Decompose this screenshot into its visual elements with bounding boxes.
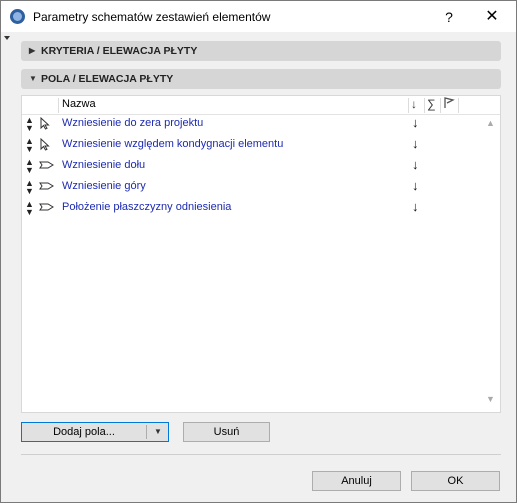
field-name: Wzniesienie do zera projektu [62,117,204,129]
section-criteria-header[interactable]: ▶ KRYTERIA / ELEWACJA PŁYTY [21,41,501,61]
drag-handle-icon[interactable]: ▲ ▼ [25,137,34,154]
cancel-button[interactable]: Anuluj [312,471,401,491]
scroll-up-icon[interactable]: ▲ [486,118,495,128]
sort-icon[interactable]: ↓ [412,115,419,130]
chevron-right-icon: ▶ [29,46,36,55]
list-header: Nazwa ↓ ∑ [22,96,500,115]
section-fields-header[interactable]: ▼ POLA / ELEWACJA PŁYTY [21,69,501,89]
column-divider [440,98,441,113]
field-name: Wzniesienie góry [62,180,146,192]
help-button[interactable]: ? [439,7,459,27]
split-divider [146,425,147,439]
list-item[interactable]: ▲ ▼ Wzniesienie góry ↓ [22,177,487,197]
column-divider [424,98,425,113]
list-item[interactable]: ▲ ▼ Wzniesienie dołu ↓ [22,156,487,176]
tag-icon [39,180,54,192]
drag-handle-icon[interactable]: ▲ ▼ [25,179,34,196]
column-divider [458,98,459,113]
list-item[interactable]: ▲ ▼ Wzniesienie względem kondygnacji elem… [22,135,487,155]
separator [21,454,501,455]
fields-list: Nazwa ↓ ∑ ▲ ▼ Wzniesienie do zera projekt… [21,95,501,413]
window-title: Parametry schematów zestawień elementów [33,10,271,24]
sort-icon[interactable]: ↓ [411,97,417,111]
tag-icon [39,201,54,213]
list-item[interactable]: ▲ ▼ Wzniesienie do zera projektu ↓ [22,114,487,134]
scroll-down-icon[interactable]: ▼ [486,394,495,404]
column-divider [408,98,409,113]
section-criteria-label: KRYTERIA / ELEWACJA PŁYTY [41,45,198,57]
column-name-header[interactable]: Nazwa [62,98,96,110]
collapse-marker-icon [4,36,10,40]
sort-icon[interactable]: ↓ [412,178,419,193]
ok-button[interactable]: OK [411,471,500,491]
drag-handle-icon[interactable]: ▲ ▼ [25,200,34,217]
add-fields-button[interactable]: Dodaj pola... ▼ [21,422,169,442]
drag-handle-icon[interactable]: ▲ ▼ [25,158,34,175]
dialog-window: Parametry schematów zestawień elementów … [0,0,517,503]
column-divider [58,98,59,113]
chevron-down-icon: ▼ [29,74,37,83]
field-name: Położenie płaszczyzny odniesienia [62,201,232,213]
list-item[interactable]: ▲ ▼ Położenie płaszczyzny odniesienia ↓ [22,198,487,218]
drag-handle-icon[interactable]: ▲ ▼ [25,116,34,133]
pointer-icon [39,116,53,130]
chevron-down-icon[interactable]: ▼ [148,423,168,441]
section-fields-label: POLA / ELEWACJA PŁYTY [41,73,174,85]
sort-icon[interactable]: ↓ [412,157,419,172]
sum-icon[interactable]: ∑ [427,97,436,111]
field-name: Wzniesienie względem kondygnacji element… [62,138,284,150]
app-icon [10,9,25,24]
tag-icon [39,159,54,171]
remove-button[interactable]: Usuń [183,422,270,442]
close-button[interactable]: ✕ [481,7,503,27]
sort-icon[interactable]: ↓ [412,136,419,151]
sort-icon[interactable]: ↓ [412,199,419,214]
pointer-icon [39,137,53,151]
add-fields-label: Dodaj pola... [53,426,115,438]
title-bar: Parametry schematów zestawień elementów … [1,1,516,32]
flag-icon[interactable] [443,97,455,112]
field-name: Wzniesienie dołu [62,159,146,171]
